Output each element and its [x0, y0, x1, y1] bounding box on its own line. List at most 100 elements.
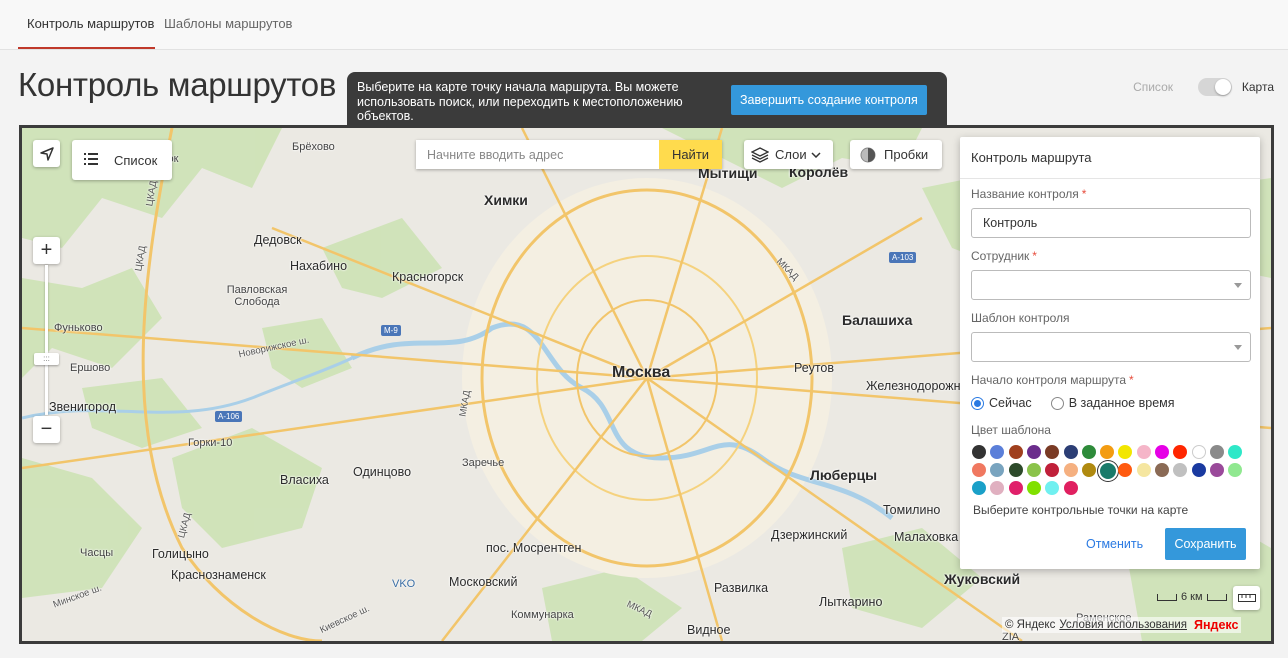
map-label-zhukovsky: Жуковский	[944, 571, 1021, 587]
traffic-button[interactable]: Пробки	[850, 140, 942, 169]
color-swatch[interactable]	[1045, 481, 1060, 495]
color-swatch[interactable]	[1045, 445, 1060, 459]
color-swatch[interactable]	[1008, 481, 1023, 495]
color-swatch[interactable]	[1063, 481, 1078, 495]
top-navigation: Контроль маршрутов Шаблоны маршрутов	[0, 0, 1288, 50]
geolocation-button[interactable]	[33, 140, 60, 167]
color-swatch[interactable]	[1081, 463, 1096, 477]
radio-scheduled-indicator[interactable]	[1050, 396, 1064, 410]
zoom-in-button[interactable]: +	[33, 237, 60, 264]
map-label-razvilka: Развилка	[714, 581, 769, 595]
zoom-out-button[interactable]: −	[33, 416, 60, 443]
ruler-button[interactable]	[1233, 586, 1260, 610]
yandex-logo[interactable]: Яндекс	[1194, 618, 1238, 632]
map-label-moscow: Москва	[612, 364, 671, 381]
plus-icon: +	[40, 239, 53, 261]
color-swatch[interactable]	[1155, 445, 1169, 459]
color-swatch[interactable]	[1045, 463, 1060, 477]
page-title: Контроль маршрутов	[18, 66, 337, 103]
map-label-moskovsky: Московский	[449, 575, 518, 589]
color-swatch[interactable]	[1026, 463, 1041, 477]
traffic-icon	[860, 147, 876, 162]
color-swatch[interactable]	[1118, 463, 1133, 477]
color-swatch[interactable]	[1136, 463, 1151, 477]
color-swatch[interactable]	[1191, 463, 1206, 477]
zoom-slider-handle[interactable]: :::	[34, 353, 59, 365]
view-switch[interactable]	[1198, 78, 1232, 96]
color-swatch[interactable]	[1155, 463, 1169, 477]
map-label-nakhabino: Нахабино	[290, 259, 348, 273]
color-swatch[interactable]	[972, 481, 986, 495]
scale-bar-left	[1157, 593, 1177, 601]
color-swatch[interactable]	[1100, 445, 1115, 459]
layers-label: Слои	[775, 147, 807, 162]
color-swatch[interactable]	[990, 463, 1005, 477]
terms-link[interactable]: Условия использования	[1059, 619, 1187, 631]
map-label-ershovo: Ершово	[70, 362, 111, 374]
color-swatch[interactable]	[972, 463, 986, 477]
address-search-input[interactable]	[416, 140, 659, 169]
find-button[interactable]: Найти	[659, 140, 722, 169]
color-swatch[interactable]	[1026, 481, 1041, 495]
copyright-text: © Яндекс	[1005, 619, 1056, 631]
panel-title: Контроль маршрута	[960, 137, 1260, 179]
color-swatch[interactable]	[1191, 445, 1206, 459]
template-field-label: Шаблон контроля	[971, 311, 1070, 325]
list-view-label[interactable]: Список	[1133, 80, 1173, 94]
highway-shield-a106: А-106	[215, 411, 243, 422]
color-swatch[interactable]	[1173, 463, 1188, 477]
color-swatch[interactable]	[990, 445, 1005, 459]
zoom-slider-track[interactable]	[45, 265, 48, 415]
color-field-label: Цвет шаблона	[971, 423, 1051, 437]
color-swatch[interactable]	[1209, 445, 1224, 459]
scale-label: 6 км	[1181, 591, 1203, 603]
map-label-krasnogorsk: Красногорск	[392, 270, 464, 284]
ruler-icon	[1237, 594, 1256, 602]
color-swatch[interactable]	[1008, 463, 1023, 477]
color-swatch[interactable]	[1100, 463, 1117, 479]
navigation-arrow-icon	[39, 146, 54, 161]
radio-scheduled[interactable]: В заданное время	[1050, 396, 1175, 410]
control-name-input[interactable]: Контроль	[971, 208, 1251, 238]
map-scale: 6 км	[1153, 591, 1231, 603]
map-label-vidnoe: Видное	[687, 623, 731, 637]
color-swatch[interactable]	[1118, 445, 1133, 459]
traffic-label: Пробки	[884, 147, 929, 162]
minus-icon: −	[40, 418, 53, 440]
start-field-label: Начало контроля маршрута *	[971, 373, 1134, 387]
radio-now[interactable]: Сейчас	[971, 396, 1032, 410]
finish-control-button[interactable]: Завершить создание контроля	[731, 85, 927, 115]
color-swatch[interactable]	[1008, 445, 1023, 459]
map-view-label[interactable]: Карта	[1242, 80, 1274, 94]
map-label-vko: VKO	[392, 578, 416, 590]
radio-now-indicator[interactable]	[971, 396, 984, 410]
map-label-brekhovo: Брёхово	[292, 141, 335, 153]
map-label-pavlovskaya-sloboda: Павловская Слобода	[226, 284, 288, 308]
save-button[interactable]: Сохранить	[1165, 528, 1246, 560]
radio-now-label: Сейчас	[989, 396, 1032, 410]
template-select[interactable]	[971, 332, 1251, 362]
tab-route-control[interactable]: Контроль маршрутов	[27, 16, 154, 31]
employee-select[interactable]	[971, 270, 1251, 300]
map-label-khimki: Химки	[484, 192, 528, 208]
color-swatch[interactable]	[1063, 463, 1078, 477]
active-tab-indicator	[18, 47, 155, 49]
color-swatch[interactable]	[990, 481, 1005, 495]
map-label-lyubertsy: Люберцы	[810, 467, 878, 483]
map-label-reutov: Реутов	[794, 361, 835, 375]
color-swatch[interactable]	[1063, 445, 1078, 459]
color-swatch[interactable]	[1026, 445, 1041, 459]
color-swatch[interactable]	[972, 445, 986, 459]
color-swatch[interactable]	[1173, 445, 1188, 459]
color-swatch[interactable]	[1136, 445, 1151, 459]
map-label-chastsy: Часцы	[80, 547, 114, 559]
highway-shield-m9: М-9	[381, 325, 401, 336]
cancel-button[interactable]: Отменить	[1080, 528, 1149, 560]
color-swatch[interactable]	[1228, 445, 1243, 459]
color-swatch[interactable]	[1209, 463, 1224, 477]
map-list-button[interactable]: Список	[72, 140, 172, 180]
color-swatch[interactable]	[1081, 445, 1096, 459]
layers-button[interactable]: Слои	[744, 140, 833, 169]
color-swatch[interactable]	[1228, 463, 1243, 477]
tab-route-templates[interactable]: Шаблоны маршрутов	[164, 16, 292, 31]
